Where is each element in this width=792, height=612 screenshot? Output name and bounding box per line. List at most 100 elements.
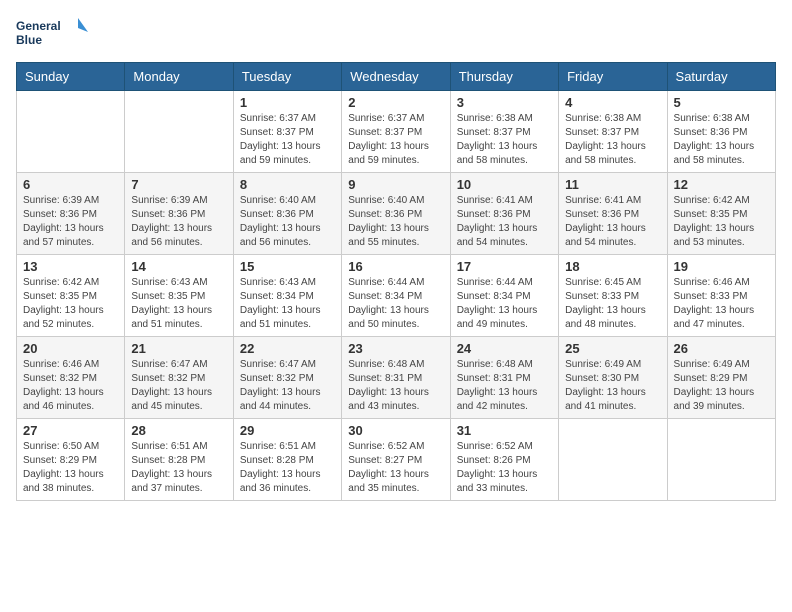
day-info: Sunrise: 6:42 AM Sunset: 8:35 PM Dayligh…: [23, 276, 118, 332]
day-cell: 22 Sunrise: 6:47 AM Sunset: 8:32 PM Dayli…: [233, 337, 341, 419]
day-cell: 19 Sunrise: 6:46 AM Sunset: 8:33 PM Dayli…: [667, 255, 775, 337]
svg-text:General: General: [16, 19, 61, 33]
day-cell: 21 Sunrise: 6:47 AM Sunset: 8:32 PM Dayli…: [125, 337, 233, 419]
day-info: Sunrise: 6:50 AM Sunset: 8:29 PM Dayligh…: [23, 440, 118, 496]
day-number: 12: [674, 177, 769, 192]
day-info: Sunrise: 6:51 AM Sunset: 8:28 PM Dayligh…: [131, 440, 226, 496]
day-info: Sunrise: 6:52 AM Sunset: 8:27 PM Dayligh…: [348, 440, 443, 496]
day-cell: 23 Sunrise: 6:48 AM Sunset: 8:31 PM Dayli…: [342, 337, 450, 419]
day-number: 4: [565, 95, 660, 110]
day-cell: 30 Sunrise: 6:52 AM Sunset: 8:27 PM Dayli…: [342, 419, 450, 501]
day-info: Sunrise: 6:48 AM Sunset: 8:31 PM Dayligh…: [457, 358, 552, 414]
day-cell: 13Sunrise: 6:42 AM Sunset: 8:35 PM Dayli…: [17, 255, 125, 337]
day-number: 6: [23, 177, 118, 192]
logo-icon: General Blue: [16, 16, 96, 52]
svg-text:Blue: Blue: [16, 33, 42, 47]
day-number: 15: [240, 259, 335, 274]
day-info: Sunrise: 6:47 AM Sunset: 8:32 PM Dayligh…: [131, 358, 226, 414]
week-row-3: 13Sunrise: 6:42 AM Sunset: 8:35 PM Dayli…: [17, 255, 776, 337]
day-info: Sunrise: 6:38 AM Sunset: 8:37 PM Dayligh…: [457, 112, 552, 168]
day-info: Sunrise: 6:48 AM Sunset: 8:31 PM Dayligh…: [348, 358, 443, 414]
day-info: Sunrise: 6:46 AM Sunset: 8:32 PM Dayligh…: [23, 358, 118, 414]
day-cell: 29 Sunrise: 6:51 AM Sunset: 8:28 PM Dayli…: [233, 419, 341, 501]
day-info: Sunrise: 6:49 AM Sunset: 8:29 PM Dayligh…: [674, 358, 769, 414]
day-cell: [125, 91, 233, 173]
day-cell: 14Sunrise: 6:43 AM Sunset: 8:35 PM Dayli…: [125, 255, 233, 337]
day-number: 27: [23, 423, 118, 438]
day-cell: [667, 419, 775, 501]
day-number: 26: [674, 341, 769, 356]
day-number: 16: [348, 259, 443, 274]
day-cell: 5Sunrise: 6:38 AM Sunset: 8:36 PM Daylig…: [667, 91, 775, 173]
day-cell: 3 Sunrise: 6:38 AM Sunset: 8:37 PM Daylig…: [450, 91, 558, 173]
day-cell: 24 Sunrise: 6:48 AM Sunset: 8:31 PM Dayli…: [450, 337, 558, 419]
day-number: 30: [348, 423, 443, 438]
day-number: 21: [131, 341, 226, 356]
day-cell: 27 Sunrise: 6:50 AM Sunset: 8:29 PM Dayli…: [17, 419, 125, 501]
week-row-4: 20 Sunrise: 6:46 AM Sunset: 8:32 PM Dayli…: [17, 337, 776, 419]
day-number: 20: [23, 341, 118, 356]
day-info: Sunrise: 6:39 AM Sunset: 8:36 PM Dayligh…: [131, 194, 226, 250]
day-info: Sunrise: 6:42 AM Sunset: 8:35 PM Dayligh…: [674, 194, 769, 250]
day-cell: 8 Sunrise: 6:40 AM Sunset: 8:36 PM Daylig…: [233, 173, 341, 255]
day-info: Sunrise: 6:51 AM Sunset: 8:28 PM Dayligh…: [240, 440, 335, 496]
day-number: 19: [674, 259, 769, 274]
day-info: Sunrise: 6:39 AM Sunset: 8:36 PM Dayligh…: [23, 194, 118, 250]
day-header-wednesday: Wednesday: [342, 63, 450, 91]
day-info: Sunrise: 6:49 AM Sunset: 8:30 PM Dayligh…: [565, 358, 660, 414]
day-cell: [17, 91, 125, 173]
day-number: 1: [240, 95, 335, 110]
day-number: 25: [565, 341, 660, 356]
week-row-1: 1 Sunrise: 6:37 AM Sunset: 8:37 PM Daylig…: [17, 91, 776, 173]
calendar-header-row: SundayMondayTuesdayWednesdayThursdayFrid…: [17, 63, 776, 91]
day-number: 17: [457, 259, 552, 274]
day-cell: 6 Sunrise: 6:39 AM Sunset: 8:36 PM Daylig…: [17, 173, 125, 255]
day-cell: 16 Sunrise: 6:44 AM Sunset: 8:34 PM Dayli…: [342, 255, 450, 337]
day-number: 5: [674, 95, 769, 110]
day-number: 23: [348, 341, 443, 356]
day-header-saturday: Saturday: [667, 63, 775, 91]
day-cell: 18Sunrise: 6:45 AM Sunset: 8:33 PM Dayli…: [559, 255, 667, 337]
day-cell: 20 Sunrise: 6:46 AM Sunset: 8:32 PM Dayli…: [17, 337, 125, 419]
day-info: Sunrise: 6:40 AM Sunset: 8:36 PM Dayligh…: [240, 194, 335, 250]
day-info: Sunrise: 6:44 AM Sunset: 8:34 PM Dayligh…: [457, 276, 552, 332]
day-number: 3: [457, 95, 552, 110]
day-info: Sunrise: 6:41 AM Sunset: 8:36 PM Dayligh…: [457, 194, 552, 250]
day-cell: 4 Sunrise: 6:38 AM Sunset: 8:37 PM Daylig…: [559, 91, 667, 173]
logo: General Blue: [16, 16, 96, 52]
day-number: 31: [457, 423, 552, 438]
day-number: 24: [457, 341, 552, 356]
day-cell: 9 Sunrise: 6:40 AM Sunset: 8:36 PM Daylig…: [342, 173, 450, 255]
day-info: Sunrise: 6:37 AM Sunset: 8:37 PM Dayligh…: [240, 112, 335, 168]
day-cell: 10 Sunrise: 6:41 AM Sunset: 8:36 PM Dayli…: [450, 173, 558, 255]
day-cell: 11Sunrise: 6:41 AM Sunset: 8:36 PM Dayli…: [559, 173, 667, 255]
day-info: Sunrise: 6:43 AM Sunset: 8:34 PM Dayligh…: [240, 276, 335, 332]
day-info: Sunrise: 6:37 AM Sunset: 8:37 PM Dayligh…: [348, 112, 443, 168]
page-header: General Blue: [16, 16, 776, 52]
day-header-sunday: Sunday: [17, 63, 125, 91]
day-cell: 25 Sunrise: 6:49 AM Sunset: 8:30 PM Dayli…: [559, 337, 667, 419]
day-number: 11: [565, 177, 660, 192]
day-header-monday: Monday: [125, 63, 233, 91]
day-number: 22: [240, 341, 335, 356]
day-header-tuesday: Tuesday: [233, 63, 341, 91]
day-number: 14: [131, 259, 226, 274]
day-number: 10: [457, 177, 552, 192]
day-cell: 12 Sunrise: 6:42 AM Sunset: 8:35 PM Dayli…: [667, 173, 775, 255]
day-info: Sunrise: 6:44 AM Sunset: 8:34 PM Dayligh…: [348, 276, 443, 332]
day-number: 7: [131, 177, 226, 192]
day-number: 29: [240, 423, 335, 438]
day-number: 2: [348, 95, 443, 110]
day-header-friday: Friday: [559, 63, 667, 91]
day-info: Sunrise: 6:38 AM Sunset: 8:37 PM Dayligh…: [565, 112, 660, 168]
day-info: Sunrise: 6:47 AM Sunset: 8:32 PM Dayligh…: [240, 358, 335, 414]
day-number: 9: [348, 177, 443, 192]
day-info: Sunrise: 6:46 AM Sunset: 8:33 PM Dayligh…: [674, 276, 769, 332]
day-number: 28: [131, 423, 226, 438]
day-info: Sunrise: 6:40 AM Sunset: 8:36 PM Dayligh…: [348, 194, 443, 250]
day-cell: 31Sunrise: 6:52 AM Sunset: 8:26 PM Dayli…: [450, 419, 558, 501]
day-cell: 1 Sunrise: 6:37 AM Sunset: 8:37 PM Daylig…: [233, 91, 341, 173]
day-number: 8: [240, 177, 335, 192]
calendar-table: SundayMondayTuesdayWednesdayThursdayFrid…: [16, 62, 776, 501]
day-cell: [559, 419, 667, 501]
